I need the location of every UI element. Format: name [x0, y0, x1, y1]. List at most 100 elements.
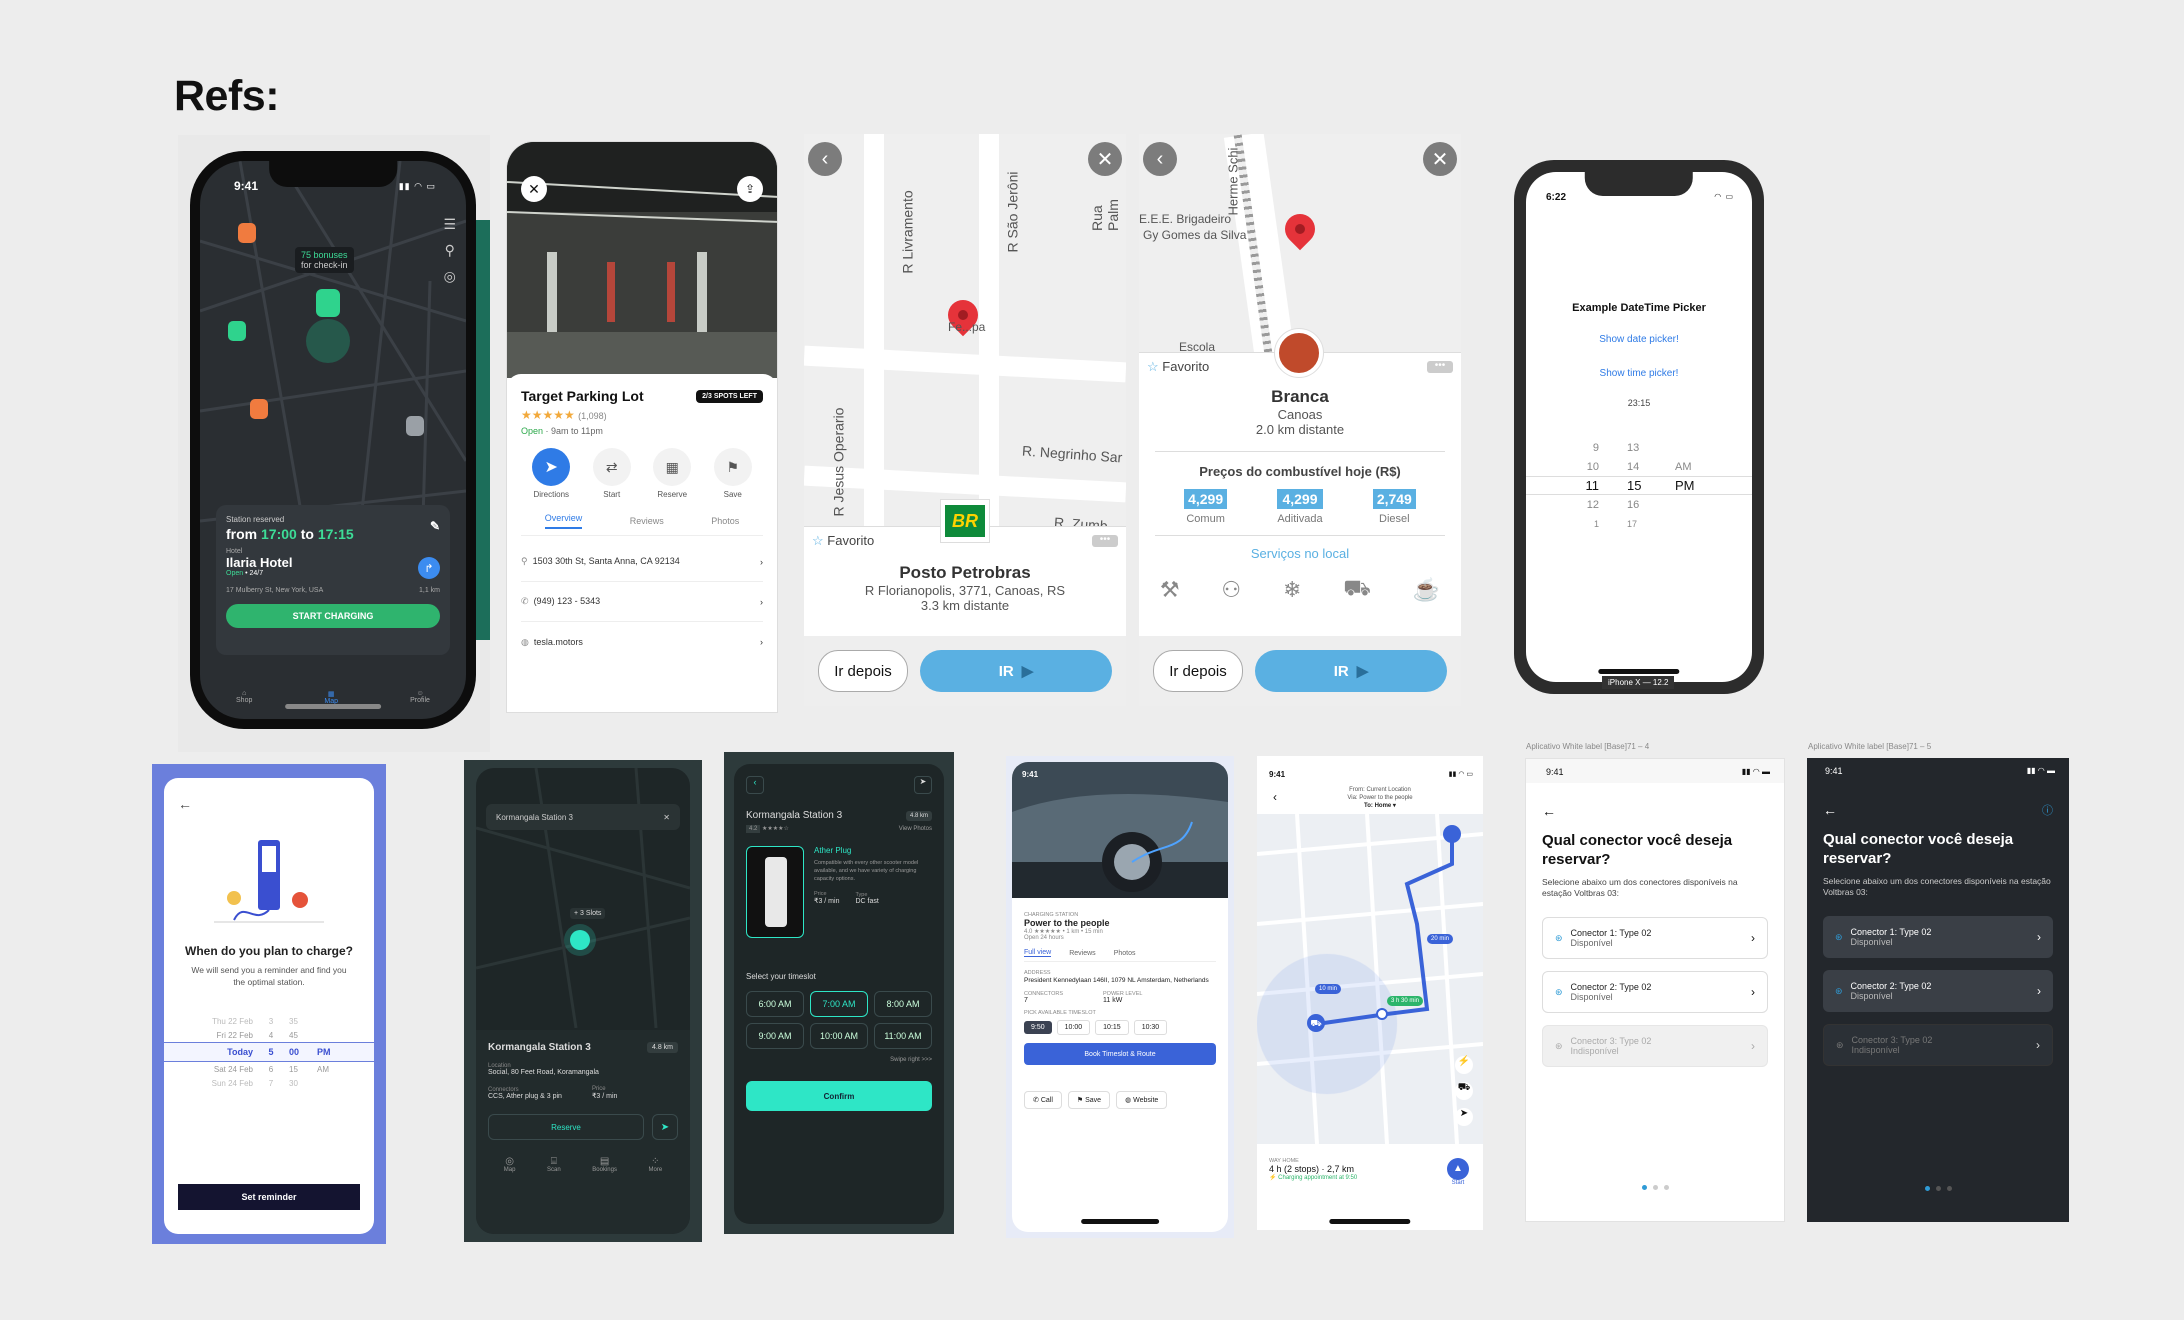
nav-scan[interactable]: ⌸ Scan: [547, 1156, 561, 1173]
start-charging-button[interactable]: START CHARGING: [226, 604, 440, 628]
station-avatar: [1275, 329, 1323, 377]
favorite-label[interactable]: Favorito: [827, 533, 874, 548]
time-wheel[interactable]: 9 13 10 14 AM 11 15 PM 12 16 1 17: [1526, 438, 1752, 533]
rating: 4.2: [746, 825, 761, 833]
nav-profile[interactable]: ☺ Profile: [410, 690, 430, 705]
connector-2-option[interactable]: ⊛ Conector 2: Type 02 Disponível ›: [1823, 970, 2053, 1012]
plug-icon: ⊛: [1555, 1040, 1563, 1051]
slot-1015[interactable]: 10:15: [1095, 1020, 1129, 1035]
book-button[interactable]: Book Timeslot & Route: [1024, 1043, 1216, 1065]
show-date-button[interactable]: Show date picker!: [1526, 334, 1752, 345]
confirm-button[interactable]: Confirm: [746, 1081, 932, 1111]
connector-1-option[interactable]: ⊛ Conector 1: Type 02 Disponível ›: [1542, 917, 1768, 959]
phone-row[interactable]: ✆ (949) 123 - 5343 ›: [521, 582, 763, 622]
go-button[interactable]: IR ▶: [1255, 650, 1447, 692]
slot-1100[interactable]: 11:00 AM: [874, 1023, 932, 1049]
directions-button[interactable]: ↱: [418, 557, 440, 579]
connector-2-option[interactable]: ⊛ Conector 2: Type 02 Disponível ›: [1542, 971, 1768, 1013]
slot-800[interactable]: 8:00 AM: [874, 991, 932, 1017]
nav-map[interactable]: ▦ Map: [324, 690, 338, 705]
locate-icon[interactable]: ◎: [443, 263, 456, 289]
type-value: DC fast: [855, 897, 879, 905]
marker-orange[interactable]: [238, 223, 256, 243]
favorite-label[interactable]: Favorito: [1162, 359, 1209, 374]
more-icon[interactable]: •••: [1427, 361, 1453, 373]
go-button[interactable]: IR ▶: [920, 650, 1112, 692]
route-map[interactable]: [1257, 814, 1483, 1144]
tab-overview[interactable]: Overview: [544, 513, 583, 529]
car-photo: [1012, 762, 1228, 898]
date-time-wheel[interactable]: Thu 22 Feb 3 35 Fri 22 Feb 4 45 Today 5 00 PM S…: [164, 1014, 374, 1090]
back-icon[interactable]: ←: [1823, 802, 1837, 818]
close-icon[interactable]: ✕: [521, 176, 547, 202]
charge-note: ⚡ Charging appointment at 9:50: [1269, 1175, 1358, 1181]
marker-green[interactable]: [228, 321, 246, 341]
close-icon[interactable]: ✕: [1088, 142, 1122, 176]
tab-photos[interactable]: Photos: [711, 516, 739, 526]
nav-map[interactable]: ◎ Map: [504, 1156, 516, 1173]
start-button[interactable]: ▲ Start: [1447, 1158, 1469, 1186]
open-label: Open: [521, 426, 544, 436]
locate-icon[interactable]: ➤: [1455, 1108, 1473, 1126]
later-button[interactable]: Ir depois: [818, 650, 908, 692]
save-button[interactable]: ⚑ Save: [1067, 1091, 1111, 1109]
filter-icon[interactable]: ⚲: [443, 237, 456, 263]
back-icon[interactable]: ‹: [1273, 790, 1277, 804]
back-icon[interactable]: ←: [1542, 803, 1556, 819]
marker-orange-2[interactable]: [250, 399, 268, 419]
set-reminder-button[interactable]: Set reminder: [178, 1184, 360, 1210]
slot-1030[interactable]: 10:30: [1133, 1020, 1168, 1035]
navigate-icon[interactable]: ➤: [652, 1114, 678, 1140]
reserve-action[interactable]: ▦ Reserve: [653, 448, 692, 499]
call-button[interactable]: ✆ Call: [1024, 1091, 1062, 1109]
reserve-button[interactable]: Reserve: [488, 1114, 644, 1140]
show-time-button[interactable]: Show time picker!: [1526, 368, 1752, 379]
services-title[interactable]: Serviços no local: [1155, 535, 1445, 561]
list-icon[interactable]: ☰: [443, 211, 456, 237]
ref-datetime-picker: 6:22 ◠ ▭ Example DateTime Picker Show da…: [1514, 160, 1764, 694]
search-bar[interactable]: Kormangala Station 3 ✕: [486, 804, 680, 830]
ref-kormangala-map: Kormangala Station 3 ✕ + 3 Slots Kormanga…: [464, 760, 702, 1242]
back-icon[interactable]: ←: [178, 796, 192, 812]
directions-action[interactable]: ➤ Directions: [532, 448, 571, 499]
tab-reviews[interactable]: Reviews: [1069, 950, 1095, 957]
station-marker[interactable]: [316, 289, 340, 317]
slot-700[interactable]: 7:00 AM: [810, 991, 868, 1017]
slot-1000[interactable]: 10:00 AM: [810, 1023, 868, 1049]
address-row[interactable]: ⚲ 1503 30th St, Santa Anna, CA 92134 ›: [521, 542, 763, 582]
website-button[interactable]: ◍ Website: [1116, 1091, 1168, 1109]
back-icon[interactable]: ‹: [808, 142, 842, 176]
share-icon[interactable]: ⇪: [737, 176, 763, 202]
street-label: R Jesus Operario: [830, 407, 847, 517]
tab-full-view[interactable]: Full view: [1024, 949, 1052, 957]
slot-1000[interactable]: 10:00: [1056, 1020, 1091, 1035]
station-marker[interactable]: [570, 930, 590, 950]
price-aditivada: 4,299 Aditivada: [1277, 489, 1323, 525]
connector-1-option[interactable]: ⊛ Conector 1: Type 02 Disponível ›: [1823, 916, 2053, 958]
slot-600[interactable]: 6:00 AM: [746, 991, 804, 1017]
help-icon[interactable]: ⓘ: [2042, 802, 2053, 818]
start-action[interactable]: ⇄ Start: [592, 448, 631, 499]
slot-950[interactable]: 9:50: [1024, 1021, 1052, 1034]
tab-reviews[interactable]: Reviews: [630, 516, 664, 526]
nav-bookings[interactable]: ▤ Bookings: [592, 1156, 617, 1173]
nav-more[interactable]: ⁘ More: [649, 1156, 663, 1173]
view-photos-link[interactable]: View Photos: [899, 826, 932, 832]
close-icon[interactable]: ✕: [1423, 142, 1457, 176]
more-icon[interactable]: •••: [1092, 535, 1118, 547]
save-action[interactable]: ⚑ Save: [713, 448, 752, 499]
charge-filter-icon[interactable]: ⚡: [1455, 1056, 1473, 1074]
route-to[interactable]: To: Home ▾: [1297, 802, 1463, 810]
tab-photos[interactable]: Photos: [1114, 950, 1136, 957]
later-button[interactable]: Ir depois: [1153, 650, 1243, 692]
navigate-icon[interactable]: ➤: [914, 776, 932, 794]
back-icon[interactable]: ‹: [1143, 142, 1177, 176]
website-row[interactable]: ◍ tesla.motors ›: [521, 622, 763, 662]
back-icon[interactable]: ‹: [746, 776, 764, 794]
nav-shop[interactable]: ⌂ Shop: [236, 690, 252, 705]
connector-3-option: ⊛ Conector 3: Type 02 Indisponível ›: [1542, 1025, 1768, 1067]
marker-grey[interactable]: [406, 416, 424, 436]
slot-900[interactable]: 9:00 AM: [746, 1023, 804, 1049]
edit-icon[interactable]: ✎: [430, 519, 440, 533]
car-filter-icon[interactable]: ⛟: [1455, 1082, 1473, 1100]
